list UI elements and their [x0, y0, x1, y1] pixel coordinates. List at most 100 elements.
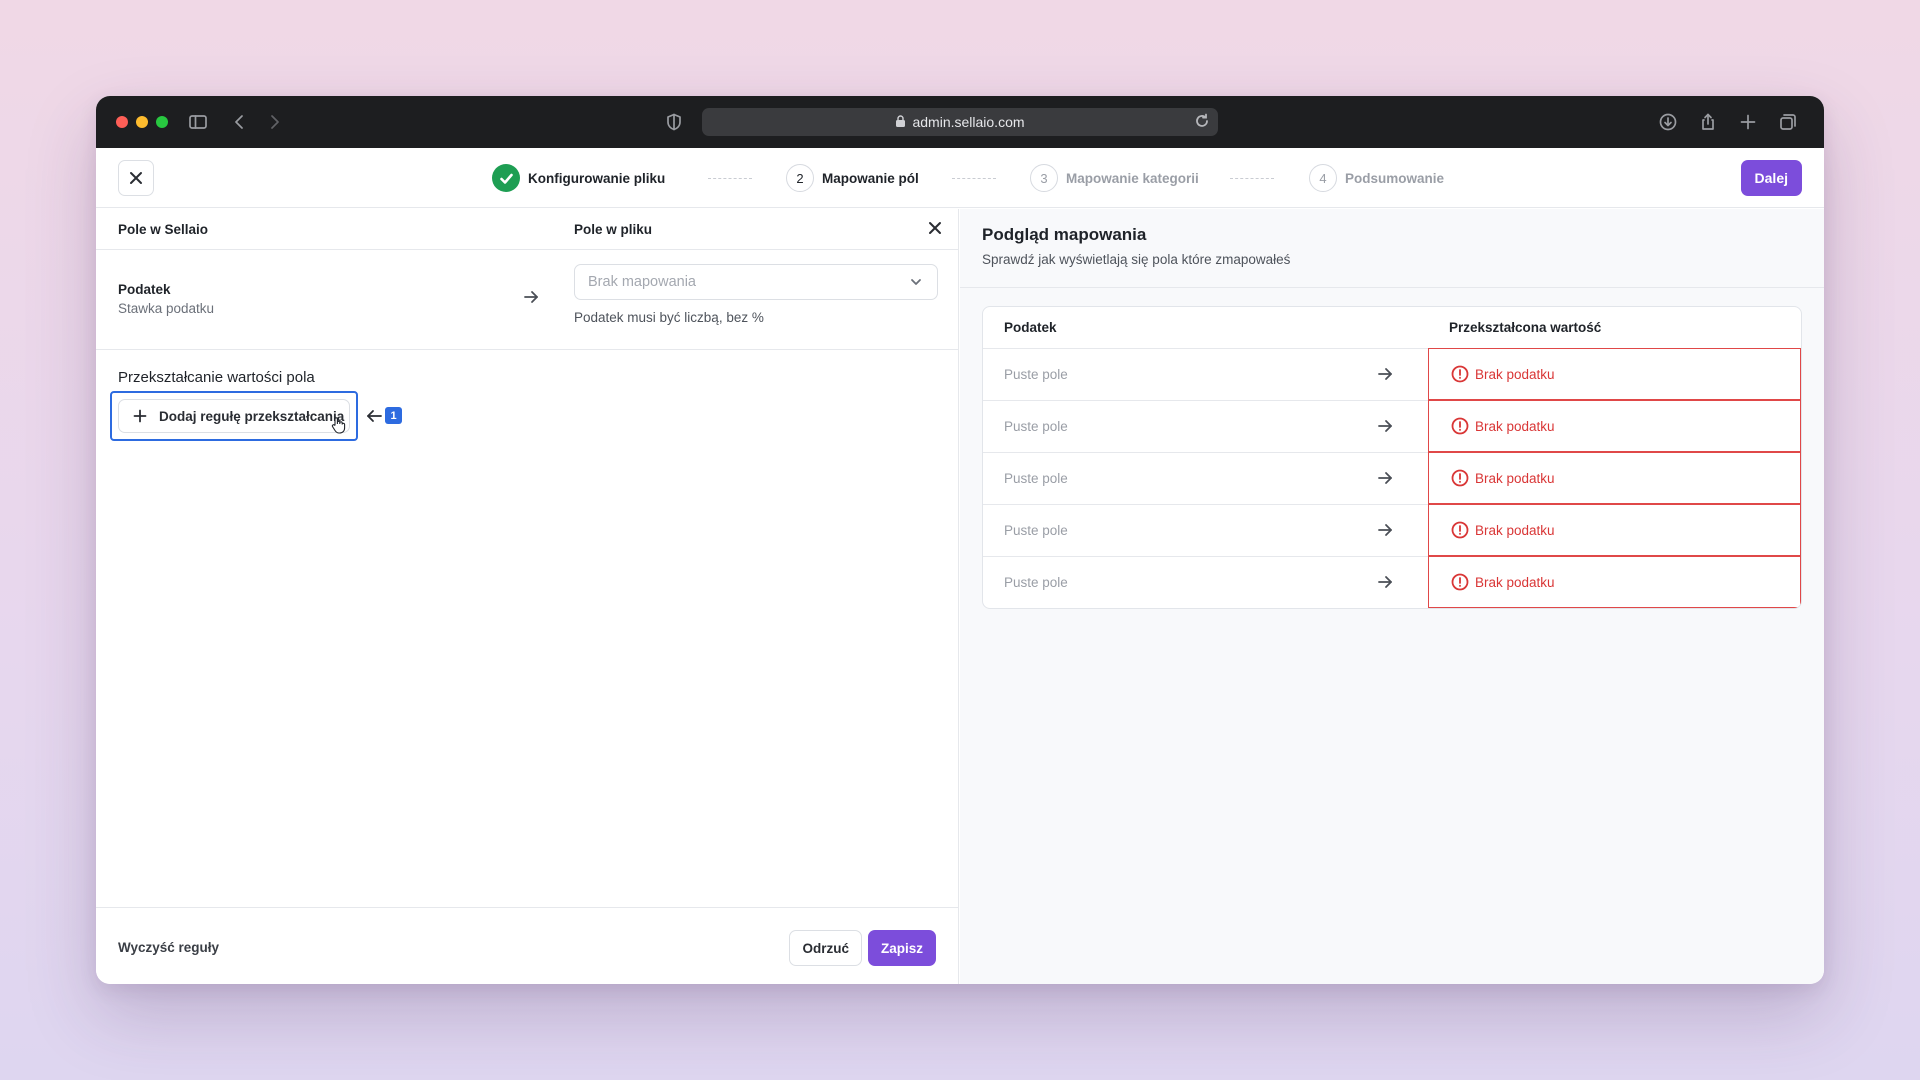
save-button[interactable]: Zapisz: [867, 930, 936, 966]
check-icon: [492, 164, 520, 192]
sidebar-toggle-icon[interactable]: [186, 110, 210, 134]
field-name: Podatek: [118, 282, 171, 297]
close-icon: [130, 172, 142, 184]
add-transform-rule-button[interactable]: Dodaj regułę przekształcania: [118, 399, 350, 433]
step-label: Mapowanie pól: [822, 170, 919, 186]
source-value: Puste pole: [1004, 419, 1068, 434]
source-value: Puste pole: [1004, 523, 1068, 538]
window-controls: [116, 116, 168, 128]
select-placeholder: Brak mapowania: [588, 274, 696, 290]
table-row: Puste pole Brak podatku: [983, 400, 1801, 452]
step-number: 4: [1309, 164, 1337, 192]
column-header-source: Podatek: [1004, 320, 1057, 335]
transform-section-title: Przekształcanie wartości pola: [118, 369, 315, 386]
plus-icon: [133, 409, 147, 423]
next-button[interactable]: Dalej: [1740, 160, 1802, 196]
field-mapping-row: Podatek Stawka podatku Brak mapowania Po…: [96, 250, 958, 350]
new-tab-icon[interactable]: [1736, 110, 1760, 134]
forward-icon[interactable]: [262, 110, 286, 134]
source-value: Puste pole: [1004, 575, 1068, 590]
field-hint: Podatek musi być liczbą, bez %: [574, 310, 764, 325]
downloads-icon[interactable]: [1656, 110, 1680, 134]
preview-table: Podatek Przekształcona wartość Puste pol…: [982, 306, 1802, 609]
column-sellaio-field: Pole w Sellaio: [118, 222, 209, 237]
callout-badge: 1: [385, 407, 402, 424]
close-window-button[interactable]: [116, 116, 128, 128]
file-field-select[interactable]: Brak mapowania: [574, 264, 938, 300]
result-value: Brak podatku: [1475, 418, 1555, 434]
mapping-preview-panel: Podgląd mapowania Sprawdź jak wyświetlaj…: [960, 209, 1824, 984]
result-error-cell: Brak podatku: [1428, 504, 1801, 556]
reload-icon[interactable]: [1194, 113, 1210, 132]
arrow-right-icon: [1376, 469, 1394, 492]
table-row: Puste pole Brak podatku: [983, 556, 1801, 608]
browser-window: admin.sellaio.com Konfigurowanie pliku 2…: [96, 96, 1824, 984]
field-editor-panel: Pole w Sellaio Pole w pliku Podatek Staw…: [96, 209, 959, 984]
result-value: Brak podatku: [1475, 574, 1555, 590]
arrow-right-icon: [1376, 417, 1394, 440]
arrow-right-icon: [1376, 573, 1394, 596]
tab-overview-icon[interactable]: [1776, 110, 1800, 134]
step-label: Podsumowanie: [1345, 170, 1445, 186]
step-divider: [952, 178, 996, 179]
wizard-header: Konfigurowanie pliku 2 Mapowanie pól 3 M…: [96, 148, 1824, 208]
address-bar[interactable]: admin.sellaio.com: [702, 108, 1218, 136]
back-icon[interactable]: [228, 110, 252, 134]
result-value: Brak podatku: [1475, 366, 1555, 382]
field-description: Stawka podatku: [118, 301, 215, 316]
step-category-mapping[interactable]: 3 Mapowanie kategorii: [1030, 164, 1199, 192]
step-label: Konfigurowanie pliku: [528, 170, 666, 186]
preview-title: Podgląd mapowania: [982, 225, 1147, 244]
arrow-right-icon: [522, 288, 540, 311]
result-value: Brak podatku: [1475, 470, 1555, 486]
result-error-cell: Brak podatku: [1428, 400, 1801, 452]
discard-button[interactable]: Odrzuć: [789, 930, 862, 966]
close-icon: [929, 222, 941, 234]
chevron-down-icon: [909, 275, 923, 293]
lock-icon: [895, 114, 906, 130]
error-circle-icon: [1451, 417, 1469, 435]
result-error-cell: Brak podatku: [1428, 556, 1801, 608]
step-file-configuration[interactable]: Konfigurowanie pliku: [492, 164, 665, 192]
source-value: Puste pole: [1004, 471, 1068, 486]
maximize-window-button[interactable]: [156, 116, 168, 128]
panel-footer: Wyczyść reguły Odrzuć Zapisz: [96, 907, 958, 984]
table-row: Puste pole Brak podatku: [983, 504, 1801, 556]
error-circle-icon: [1451, 469, 1469, 487]
step-divider: [1230, 178, 1274, 179]
preview-header: Podgląd mapowania Sprawdź jak wyświetlaj…: [960, 209, 1824, 288]
source-value: Puste pole: [1004, 367, 1068, 382]
clear-rules-button[interactable]: Wyczyść reguły: [118, 940, 219, 955]
field-columns-header: Pole w Sellaio Pole w pliku: [96, 209, 958, 250]
minimize-window-button[interactable]: [136, 116, 148, 128]
arrow-right-icon: [1376, 365, 1394, 388]
add-rule-label: Dodaj regułę przekształcania: [159, 408, 345, 424]
browser-toolbar: admin.sellaio.com: [96, 96, 1824, 148]
step-callout: 1: [366, 407, 402, 424]
share-icon[interactable]: [1696, 110, 1720, 134]
table-row: Puste pole Brak podatku: [983, 348, 1801, 400]
error-circle-icon: [1451, 521, 1469, 539]
column-header-result: Przekształcona wartość: [1449, 320, 1602, 335]
error-circle-icon: [1451, 365, 1469, 383]
result-value: Brak podatku: [1475, 522, 1555, 538]
step-divider: [708, 178, 752, 179]
step-field-mapping[interactable]: 2 Mapowanie pól: [786, 164, 919, 192]
step-label: Mapowanie kategorii: [1066, 170, 1199, 186]
step-number: 2: [786, 164, 814, 192]
close-wizard-button[interactable]: [118, 160, 154, 196]
column-file-field: Pole w pliku: [574, 222, 653, 237]
table-header: Podatek Przekształcona wartość: [983, 307, 1801, 348]
error-circle-icon: [1451, 573, 1469, 591]
privacy-shield-icon[interactable]: [662, 110, 686, 134]
close-panel-button[interactable]: [928, 221, 942, 238]
arrow-left-icon: [367, 409, 382, 422]
step-number: 3: [1030, 164, 1058, 192]
arrow-right-icon: [1376, 521, 1394, 544]
preview-subtitle: Sprawdź jak wyświetlają się pola które z…: [982, 252, 1291, 267]
hand-cursor-icon: [330, 416, 346, 439]
table-row: Puste pole Brak podatku: [983, 452, 1801, 504]
url-text: admin.sellaio.com: [912, 114, 1025, 130]
step-summary[interactable]: 4 Podsumowanie: [1309, 164, 1444, 192]
result-error-cell: Brak podatku: [1428, 452, 1801, 504]
